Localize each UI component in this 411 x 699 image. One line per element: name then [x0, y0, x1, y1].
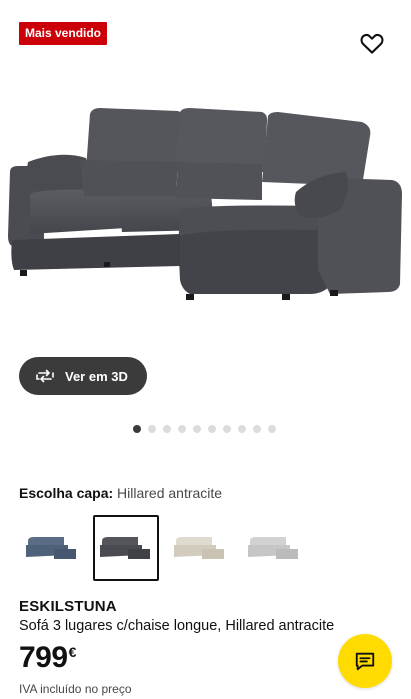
cover-option-blue[interactable] — [19, 515, 85, 581]
carousel-dots — [133, 425, 276, 433]
carousel-dot[interactable] — [133, 425, 141, 433]
price-currency: € — [68, 644, 77, 660]
product-price: 799 € — [19, 640, 76, 676]
sofa-thumbnail — [248, 537, 298, 559]
product-description: Sofá 3 lugares c/chaise longue, Hillared… — [19, 618, 335, 634]
carousel-dot[interactable] — [148, 425, 156, 433]
cover-swatches — [19, 515, 307, 581]
product-name: ESKILSTUNA — [19, 598, 117, 615]
sofa-thumbnail — [174, 537, 224, 559]
cover-option-beige[interactable] — [167, 515, 233, 581]
view-3d-button[interactable]: Ver em 3D — [19, 357, 147, 395]
carousel-dot[interactable] — [268, 425, 276, 433]
cover-choice-title: Escolha capa: — [19, 485, 114, 501]
carousel-dot[interactable] — [193, 425, 201, 433]
heart-icon — [360, 33, 384, 54]
cover-option-light-grey[interactable] — [241, 515, 307, 581]
carousel-dot[interactable] — [208, 425, 216, 433]
carousel-dot[interactable] — [253, 425, 261, 433]
rotate-3d-icon — [36, 369, 54, 383]
product-image — [8, 108, 402, 300]
carousel-dot[interactable] — [223, 425, 231, 433]
price-value: 799 — [19, 641, 68, 674]
cover-choice-label: Escolha capa: Hillared antracite — [19, 485, 222, 501]
sofa-thumbnail — [26, 537, 76, 559]
sofa-thumbnail — [100, 537, 150, 559]
chat-icon — [355, 652, 375, 671]
carousel-dot[interactable] — [178, 425, 186, 433]
chat-button[interactable] — [338, 634, 392, 688]
vat-note: IVA incluído no preço — [19, 682, 132, 696]
carousel-dot[interactable] — [238, 425, 246, 433]
carousel-dot[interactable] — [163, 425, 171, 433]
view-3d-label: Ver em 3D — [65, 368, 128, 384]
favourite-button[interactable] — [358, 29, 386, 57]
bestseller-badge: Mais vendido — [19, 22, 108, 45]
cover-choice-value: Hillared antracite — [117, 485, 223, 501]
cover-option-anthracite[interactable] — [93, 515, 159, 581]
product-gallery[interactable]: Mais vendido Ver em 3D — [0, 0, 411, 433]
